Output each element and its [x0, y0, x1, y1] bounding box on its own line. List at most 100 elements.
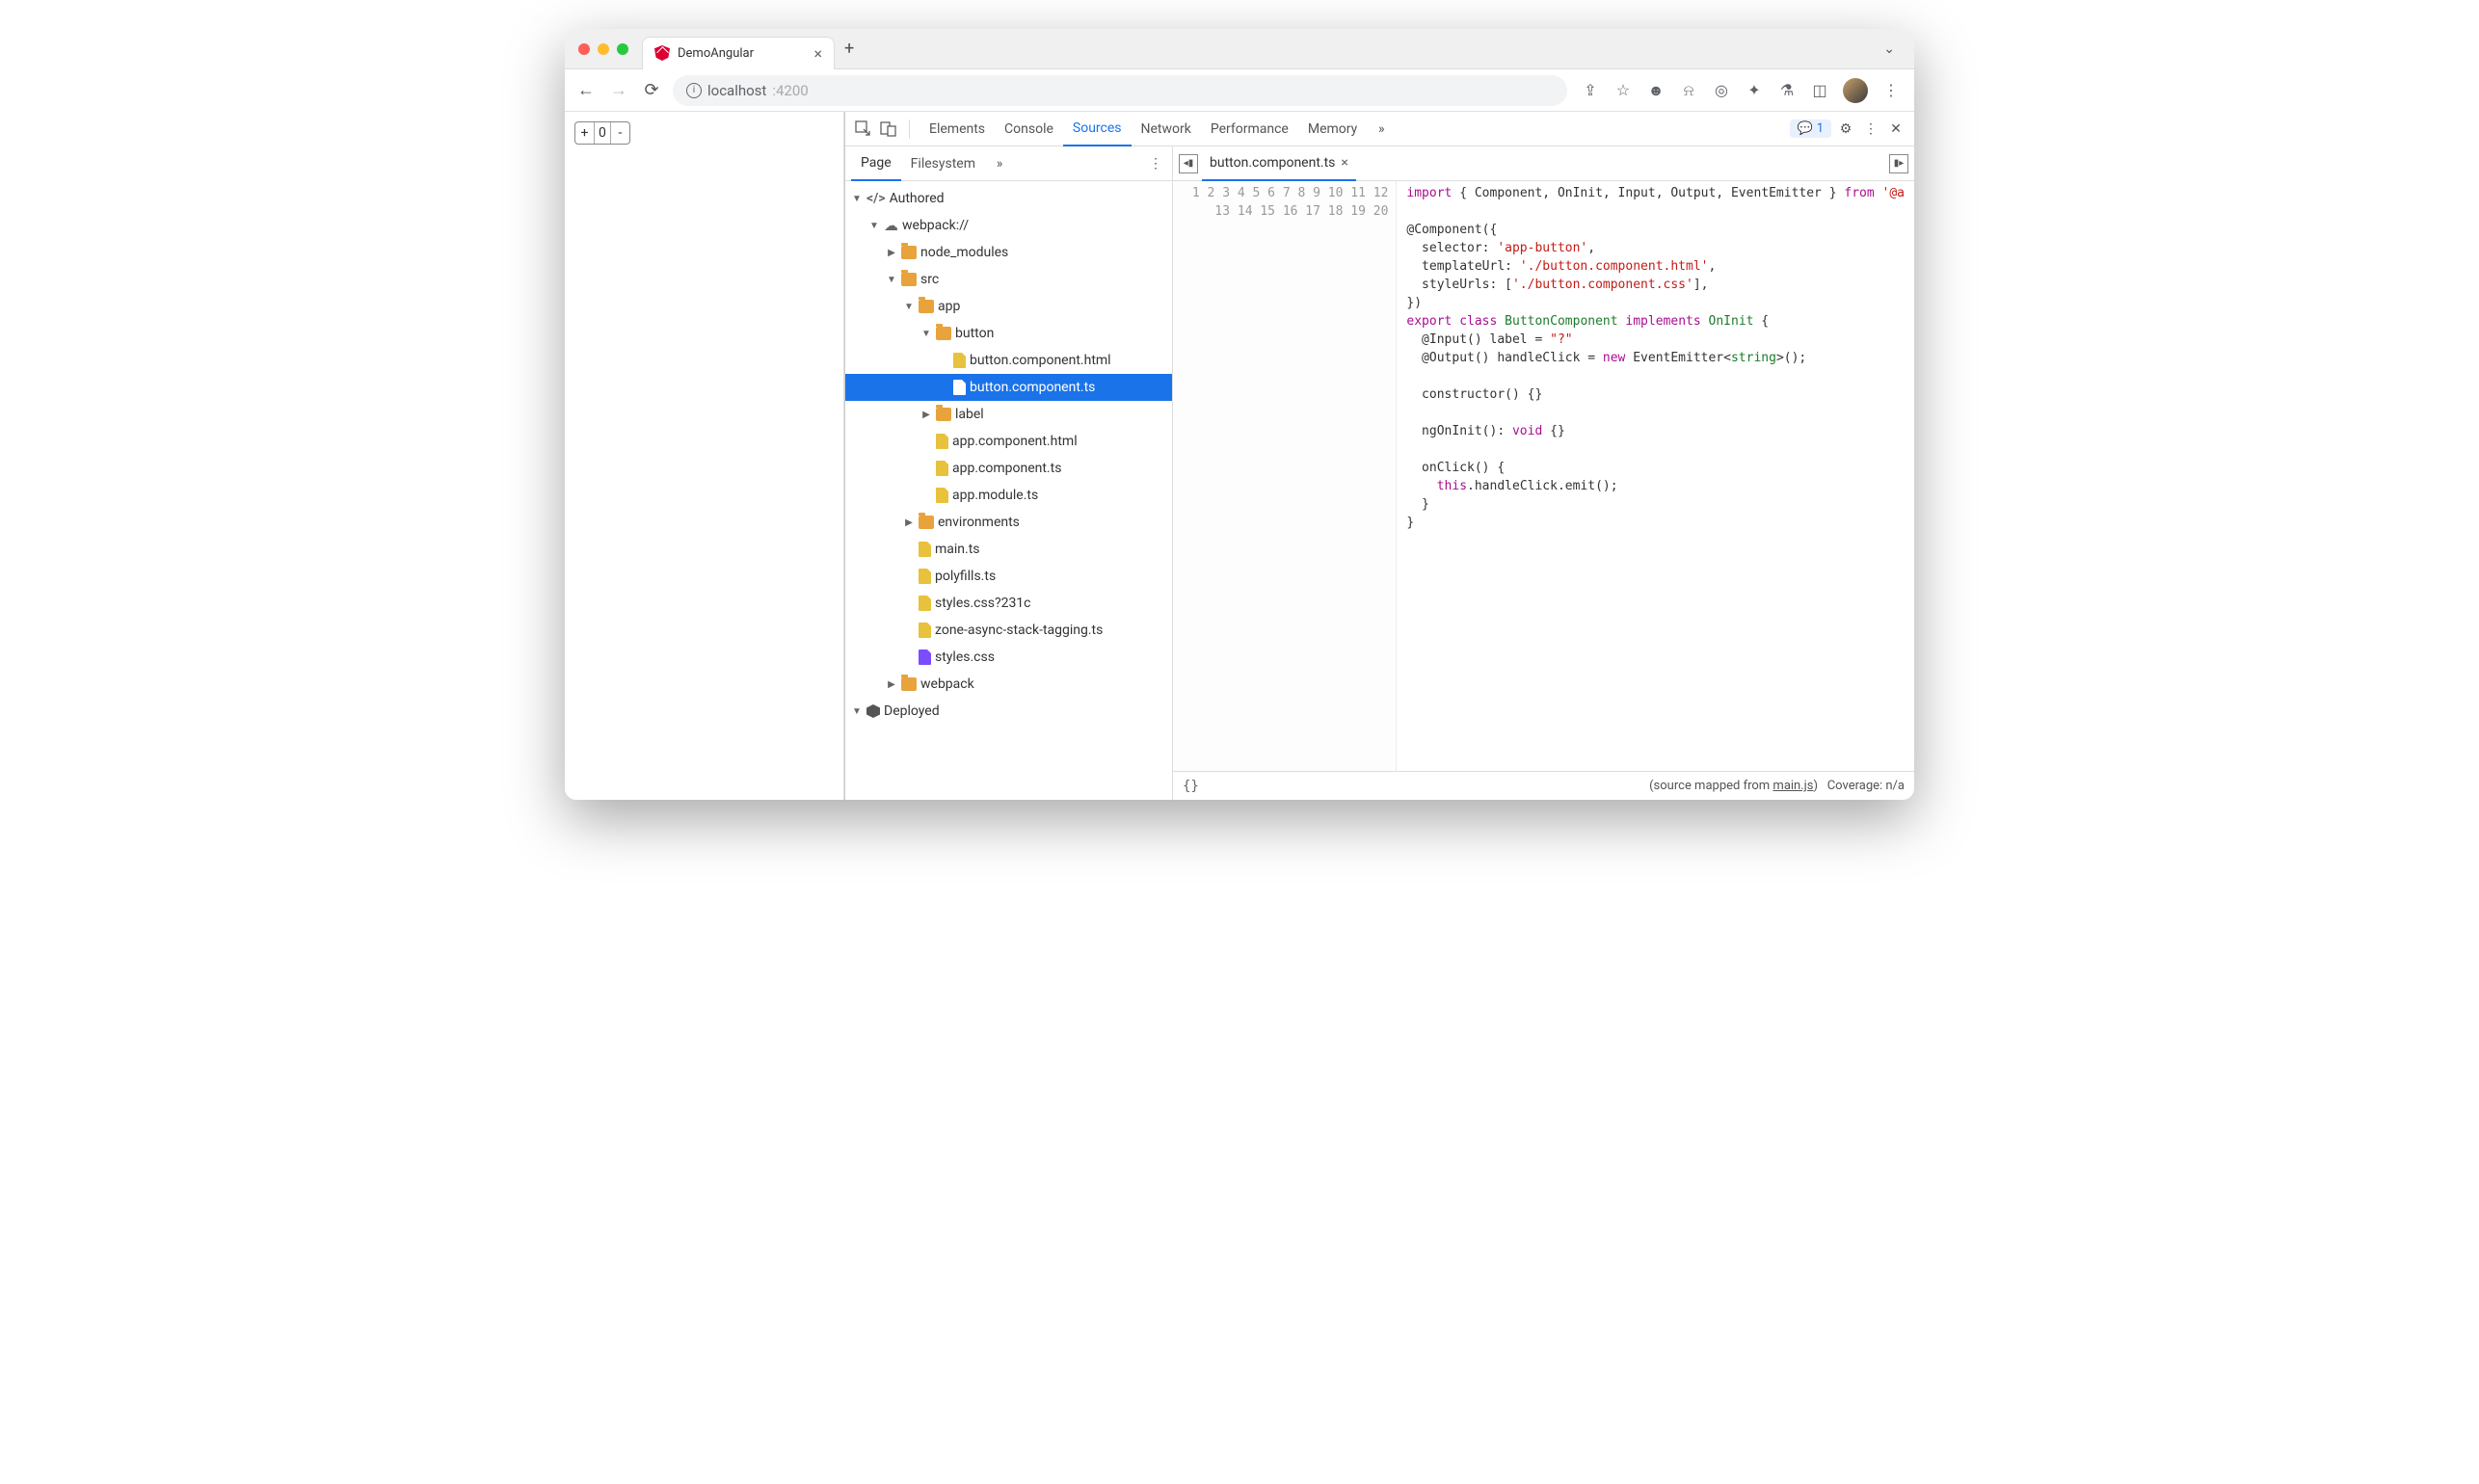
tree-label: webpack — [920, 676, 974, 692]
source-mapped-link[interactable]: main.js — [1773, 779, 1813, 793]
devtools: ElementsConsoleSourcesNetworkPerformance… — [844, 112, 1914, 800]
tree-row[interactable]: ▼button — [845, 320, 1172, 347]
folder-icon — [901, 677, 917, 691]
tree-row[interactable]: button.component.ts — [845, 374, 1172, 401]
pretty-print-icon[interactable]: {} — [1183, 779, 1199, 794]
panel-tab-memory[interactable]: Memory — [1298, 112, 1367, 146]
file-icon — [919, 542, 931, 557]
tree-row[interactable]: app.module.ts — [845, 482, 1172, 509]
expand-arrow-icon[interactable]: ▼ — [886, 275, 897, 285]
panel-tab-console[interactable]: Console — [995, 112, 1063, 146]
share-icon[interactable]: ⇪ — [1581, 81, 1600, 100]
extension-bug-icon[interactable]: ⍾ — [1679, 81, 1698, 100]
stepper-increment-button[interactable]: + — [575, 122, 595, 144]
bookmark-star-icon[interactable]: ☆ — [1613, 81, 1633, 100]
expand-arrow-icon[interactable]: ▶ — [886, 248, 897, 258]
extension-flask-icon[interactable]: ⚗ — [1777, 81, 1797, 100]
navigator-overflow-icon[interactable]: » — [989, 153, 1010, 174]
panels-overflow-icon[interactable]: » — [1371, 119, 1392, 140]
issues-badge[interactable]: 💬 1 — [1790, 119, 1832, 138]
panel-tab-performance[interactable]: Performance — [1201, 112, 1298, 146]
extension-panel-icon[interactable]: ◫ — [1810, 81, 1829, 100]
tree-row[interactable]: ▼Deployed — [845, 698, 1172, 725]
tabs-overflow-icon[interactable]: ⌄ — [1883, 41, 1895, 57]
tree-row[interactable]: ▶environments — [845, 509, 1172, 536]
tree-row[interactable]: ▼☁webpack:// — [845, 212, 1172, 239]
expand-arrow-icon[interactable]: ▶ — [920, 410, 932, 420]
inspect-element-icon[interactable] — [853, 119, 874, 140]
code-editor[interactable]: 1 2 3 4 5 6 7 8 9 10 11 12 13 14 15 16 1… — [1173, 181, 1914, 771]
browser-menu-icon[interactable]: ⋮ — [1881, 81, 1901, 100]
tree-label: webpack:// — [902, 218, 969, 233]
editor-status-bar: {} (source mapped from main.js) Coverage… — [1173, 771, 1914, 800]
tree-label: zone-async-stack-tagging.ts — [935, 623, 1103, 638]
sources-navigator: PageFilesystem » ⋮ ▼</>Authored▼☁webpack… — [845, 146, 1173, 800]
site-info-icon[interactable]: i — [686, 83, 702, 98]
tree-row[interactable]: main.ts — [845, 536, 1172, 563]
nav-reload-button[interactable]: ⟳ — [640, 80, 663, 100]
panel-tab-network[interactable]: Network — [1132, 112, 1201, 146]
address-bar[interactable]: i localhost :4200 — [673, 75, 1567, 106]
expand-arrow-icon[interactable]: ▼ — [903, 302, 915, 312]
devtools-menu-icon[interactable]: ⋮ — [1860, 119, 1881, 140]
extensions-puzzle-icon[interactable]: ✦ — [1745, 81, 1764, 100]
tab-close-icon[interactable]: × — [813, 44, 822, 63]
tree-row[interactable]: app.component.html — [845, 428, 1172, 455]
expand-arrow-icon[interactable]: ▼ — [868, 221, 880, 231]
url-port: :4200 — [772, 82, 808, 99]
tree-row[interactable]: ▶ webpack — [845, 671, 1172, 698]
tree-label: button.component.ts — [970, 380, 1095, 395]
editor-nav-toggle-icon[interactable]: ◂▮ — [1179, 154, 1198, 173]
expand-arrow-icon[interactable]: ▶ — [903, 517, 915, 528]
file-icon — [919, 596, 931, 611]
window-close-button[interactable] — [578, 43, 590, 55]
url-host: localhost — [707, 82, 766, 99]
stepper-decrement-button[interactable]: - — [610, 122, 629, 144]
editor-tab-close-icon[interactable]: × — [1341, 155, 1347, 171]
device-toolbar-icon[interactable] — [878, 119, 899, 140]
tree-row[interactable]: button.component.html — [845, 347, 1172, 374]
extension-scan-icon[interactable]: ◎ — [1712, 81, 1731, 100]
editor-debugger-toggle-icon[interactable]: ▮▸ — [1889, 154, 1908, 173]
devtools-toolbar: ElementsConsoleSourcesNetworkPerformance… — [845, 112, 1914, 146]
editor-tab[interactable]: button.component.ts × — [1202, 146, 1356, 181]
nav-back-button[interactable]: ← — [574, 80, 598, 100]
new-tab-button[interactable]: + — [844, 39, 854, 59]
expand-arrow-icon[interactable]: ▼ — [851, 194, 863, 204]
navigator-menu-icon[interactable]: ⋮ — [1145, 153, 1166, 174]
tree-row[interactable]: styles.css — [845, 644, 1172, 671]
window-minimize-button[interactable] — [598, 43, 609, 55]
panel-tab-elements[interactable]: Elements — [920, 112, 995, 146]
status-right: (source mapped from main.js) Coverage: n… — [1649, 779, 1905, 793]
navigator-tabs: PageFilesystem » ⋮ — [845, 146, 1172, 181]
expand-arrow-icon[interactable]: ▼ — [851, 706, 863, 717]
panel-tab-sources[interactable]: Sources — [1063, 112, 1132, 146]
devtools-settings-icon[interactable]: ⚙ — [1835, 119, 1856, 140]
tree-row[interactable]: ▼</>Authored — [845, 185, 1172, 212]
folder-icon — [901, 273, 917, 286]
navigator-tab-page[interactable]: Page — [851, 146, 901, 181]
tree-row[interactable]: polyfills.ts — [845, 563, 1172, 590]
tree-row[interactable]: styles.css?231c — [845, 590, 1172, 617]
file-icon — [919, 649, 931, 665]
browser-tab[interactable]: DemoAngular × — [642, 37, 835, 69]
folder-icon — [919, 516, 934, 529]
tree-row[interactable]: ▼src — [845, 266, 1172, 293]
file-icon — [936, 461, 948, 476]
tree-row[interactable]: ▶label — [845, 401, 1172, 428]
expand-arrow-icon[interactable]: ▶ — [886, 679, 897, 690]
extension-skull-icon[interactable]: ☻ — [1646, 81, 1666, 100]
tree-row[interactable]: ▶node_modules — [845, 239, 1172, 266]
window-maximize-button[interactable] — [617, 43, 628, 55]
devtools-close-icon[interactable]: ✕ — [1885, 119, 1906, 140]
line-gutter: 1 2 3 4 5 6 7 8 9 10 11 12 13 14 15 16 1… — [1173, 181, 1397, 771]
expand-arrow-icon[interactable]: ▼ — [920, 329, 932, 339]
tree-row[interactable]: ▼app — [845, 293, 1172, 320]
coverage-label: Coverage: n/a — [1827, 779, 1905, 793]
toolbar-icons: ⇪ ☆ ☻ ⍾ ◎ ✦ ⚗ ◫ ⋮ — [1577, 78, 1905, 103]
tree-row[interactable]: app.component.ts — [845, 455, 1172, 482]
nav-forward-button[interactable]: → — [607, 80, 630, 100]
profile-avatar[interactable] — [1843, 78, 1868, 103]
navigator-tab-filesystem[interactable]: Filesystem — [901, 146, 985, 181]
tree-row[interactable]: zone-async-stack-tagging.ts — [845, 617, 1172, 644]
